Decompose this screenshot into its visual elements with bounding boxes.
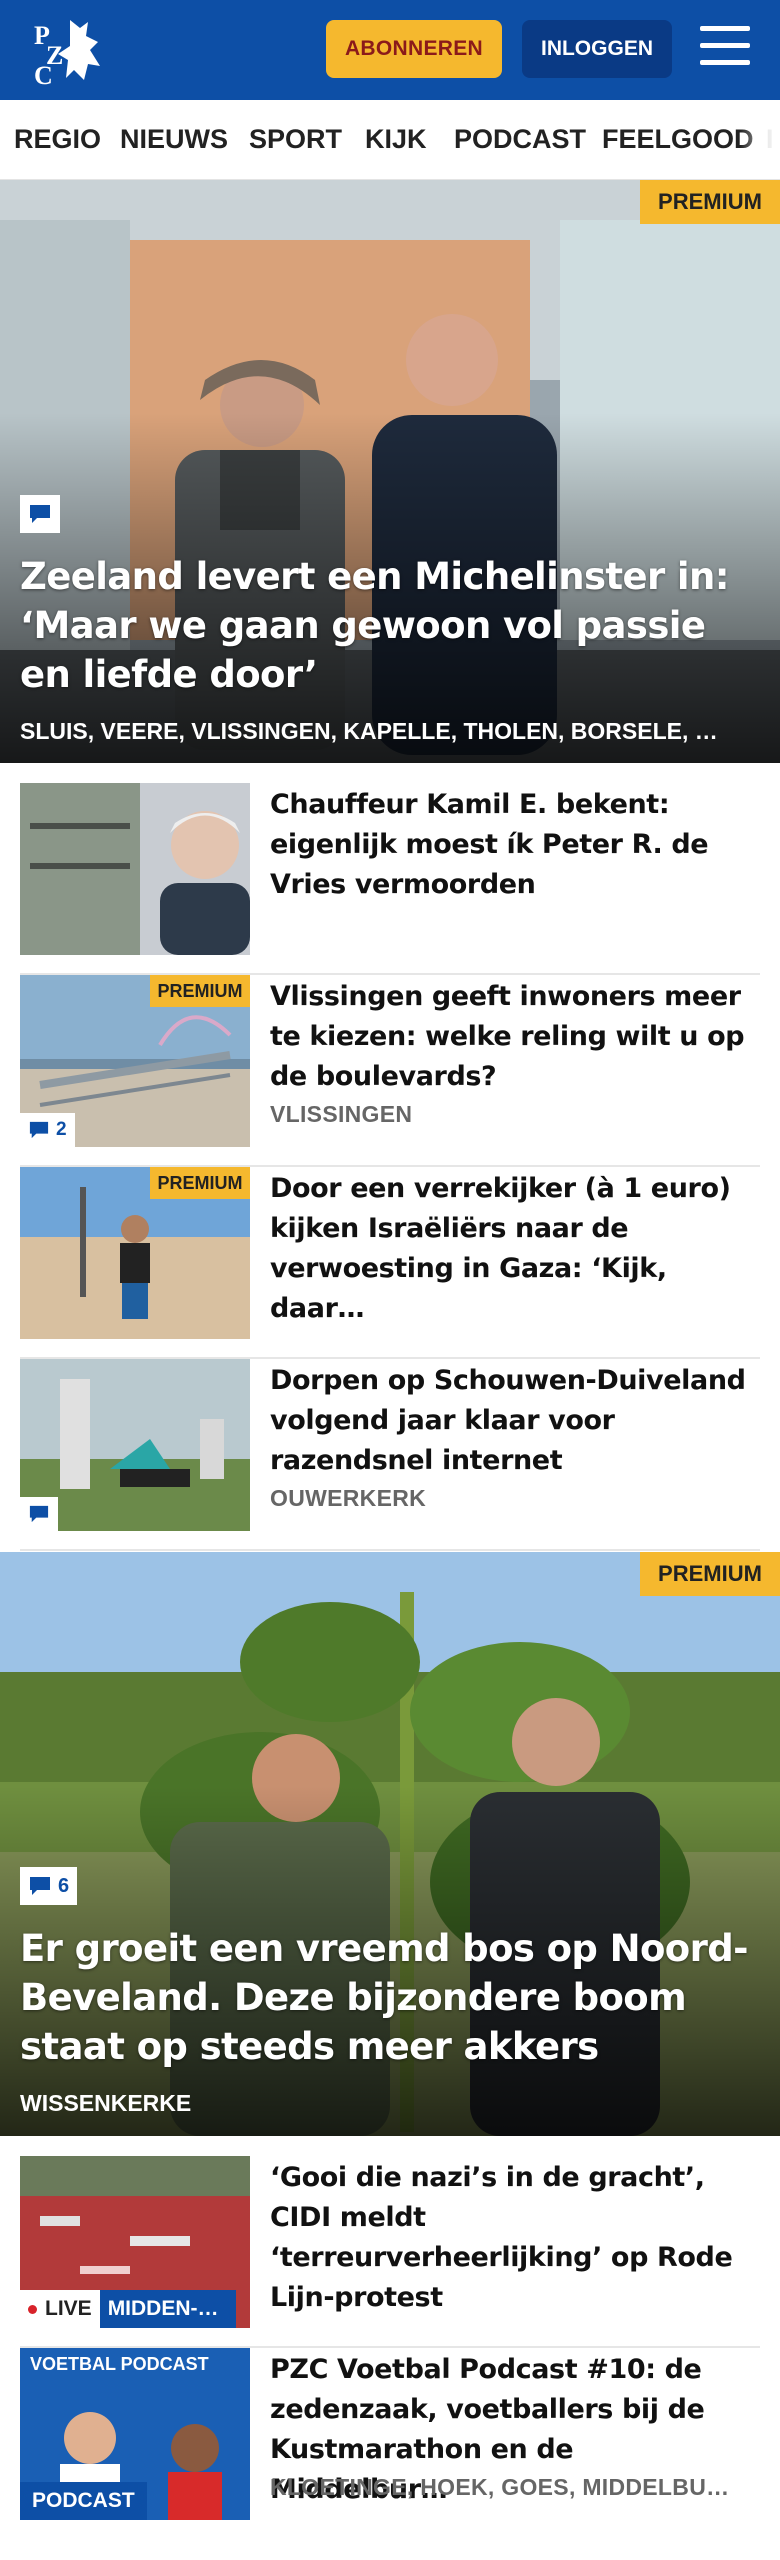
nav-item-podcast[interactable]: PODCAST xyxy=(454,124,586,155)
comment-icon xyxy=(29,1121,49,1139)
svg-text:C: C xyxy=(34,61,53,86)
list-item[interactable]: PREMIUM 2 Vlissingen geeft inwoners meer… xyxy=(20,975,760,1167)
article-thumbnail: PREMIUM 2 xyxy=(20,975,250,1147)
hero-location: WISSENKERKE xyxy=(20,2090,192,2116)
hero-article-bos[interactable]: PREMIUM 6 Er groeit een vreemd bos op No… xyxy=(0,1552,780,2136)
pzc-logo[interactable]: P Z C xyxy=(30,14,112,90)
nav-fade xyxy=(740,100,780,179)
comment-count[interactable]: 6 xyxy=(20,1867,78,1905)
hero-title[interactable]: Er groeit een vreemd bos op Noord-Bevela… xyxy=(20,1924,760,2071)
article-title[interactable]: Vlissingen geeft inwoners meer te kiezen… xyxy=(270,977,750,1097)
article-thumbnail xyxy=(20,1359,250,1531)
section-nav: REGIO NIEUWS SPORT KIJK PODCAST FEELGOOD… xyxy=(0,100,780,180)
hero-locations: SLUIS, VEERE, VLISSINGEN, KAPELLE, THOLE… xyxy=(20,718,718,744)
live-indicator: LIVE xyxy=(20,2290,100,2328)
site-header: P Z C ABONNEREN INLOGGEN xyxy=(0,0,780,100)
article-title[interactable]: Dorpen op Schouwen-Duiveland volgend jaa… xyxy=(270,1361,750,1481)
list-item[interactable]: Chauffeur Kamil E. bekent: eigenlijk moe… xyxy=(20,783,760,975)
nav-item-sport[interactable]: SPORT xyxy=(249,124,342,155)
article-location: OUWERKERK xyxy=(270,1485,427,1511)
list-item[interactable]: PREMIUM Door een verrekijker (à 1 euro) … xyxy=(20,1167,760,1359)
article-title[interactable]: Door een verrekijker (à 1 euro) kijken I… xyxy=(270,1169,750,1329)
nav-item-feelgood[interactable]: FEELGOOD xyxy=(602,124,754,155)
podcast-tag: PODCAST xyxy=(20,2482,147,2520)
nav-item-nieuws[interactable]: NIEUWS xyxy=(120,124,228,155)
article-location: KLOETINGE, HOEK, GOES, MIDDELBU… xyxy=(270,2474,730,2500)
premium-badge: PREMIUM xyxy=(150,975,250,1007)
comment-count[interactable]: 2 xyxy=(20,1113,75,1147)
podcast-thumb-title: VOETBAL PODCAST xyxy=(30,2354,209,2374)
list-item[interactable]: Dorpen op Schouwen-Duiveland volgend jaa… xyxy=(20,1359,760,1551)
article-thumbnail: PREMIUM xyxy=(20,1167,250,1339)
article-thumbnail: LIVE MIDDEN-… xyxy=(20,2156,250,2328)
comment-icon[interactable] xyxy=(20,1497,58,1531)
live-topic: MIDDEN-… xyxy=(99,2290,236,2328)
article-thumbnail: VOETBAL PODCAST PODCAST xyxy=(20,2348,250,2520)
login-button[interactable]: INLOGGEN xyxy=(522,20,672,78)
comment-count-value: 6 xyxy=(58,1874,70,1897)
premium-badge: PREMIUM xyxy=(640,1552,780,1596)
live-tag: LIVE MIDDEN-… xyxy=(20,2290,236,2328)
article-title[interactable]: ‘Gooi die nazi’s in de gracht’, CIDI mel… xyxy=(270,2158,750,2318)
article-location: VLISSINGEN xyxy=(270,1101,413,1127)
article-thumbnail xyxy=(20,783,250,955)
hero-article-michelinster[interactable]: PREMIUM Zeeland levert een Michelinster … xyxy=(0,180,780,763)
hero-title[interactable]: Zeeland levert een Michelinster in: ‘Maa… xyxy=(20,552,760,699)
comment-count-value: 2 xyxy=(56,1119,67,1140)
nav-item-regio[interactable]: REGIO xyxy=(14,124,101,155)
article-title[interactable]: Chauffeur Kamil E. bekent: eigenlijk moe… xyxy=(270,785,750,905)
comment-icon xyxy=(30,1877,50,1895)
premium-badge: PREMIUM xyxy=(640,180,780,224)
comment-icon[interactable] xyxy=(20,495,60,533)
list-item[interactable]: LIVE MIDDEN-… ‘Gooi die nazi’s in de gra… xyxy=(20,2156,760,2348)
subscribe-button[interactable]: ABONNEREN xyxy=(326,20,502,78)
list-item[interactable]: VOETBAL PODCAST PODCAST PZC Voetbal Podc… xyxy=(20,2348,760,2540)
premium-badge: PREMIUM xyxy=(150,1167,250,1199)
live-label: LIVE xyxy=(45,2297,92,2320)
nav-item-kijk[interactable]: KIJK xyxy=(365,124,427,155)
hamburger-menu-icon[interactable] xyxy=(700,26,750,70)
